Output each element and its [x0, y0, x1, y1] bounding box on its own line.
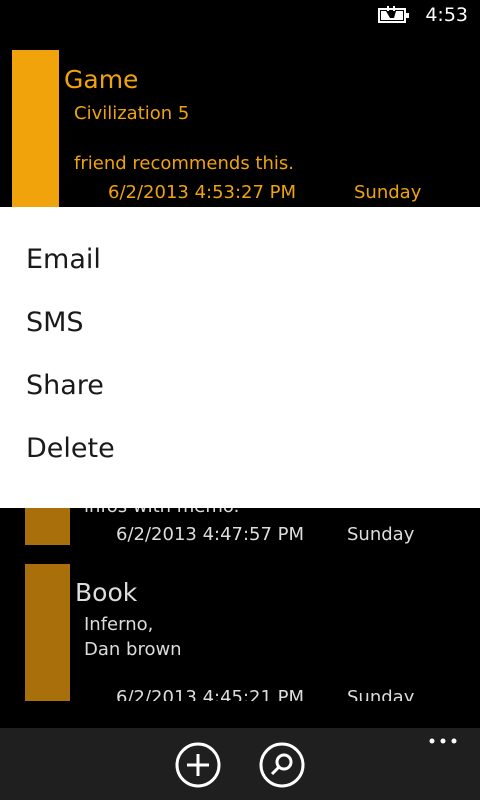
- list-item[interactable]: Game Civilization 5 friend recommends th…: [0, 50, 480, 207]
- battery-charging-icon: [378, 6, 409, 23]
- menu-item-email[interactable]: Email: [26, 244, 101, 275]
- more-icon[interactable]: [428, 734, 458, 748]
- entry-day: Sunday: [347, 687, 415, 701]
- status-clock: 4:53: [425, 4, 468, 26]
- menu-item-sms[interactable]: SMS: [26, 307, 84, 338]
- entry-date: 6/2/2013 4:47:57 PM: [116, 524, 305, 545]
- menu-item-delete[interactable]: Delete: [26, 433, 115, 464]
- entry-day: Sunday: [347, 524, 415, 545]
- category-color-bar: [25, 564, 70, 701]
- status-bar: 4:53: [0, 0, 480, 32]
- list-item[interactable]: Book Inferno, Dan brown 6/2/2013 4:45:21…: [0, 564, 480, 701]
- category-color-bar: [25, 508, 70, 545]
- app-bar: [0, 728, 480, 800]
- entry-day: Sunday: [354, 182, 422, 203]
- search-icon[interactable]: [259, 742, 305, 788]
- entry-title: Game: [64, 65, 139, 94]
- menu-item-share[interactable]: Share: [26, 370, 104, 401]
- entry-date: 6/2/2013 4:53:27 PM: [108, 182, 297, 203]
- context-menu: Email SMS Share Delete: [0, 207, 480, 508]
- category-color-bar: [12, 50, 59, 207]
- add-icon[interactable]: [175, 742, 221, 788]
- entry-text: Civilization 5 friend recommends this.: [74, 103, 294, 174]
- entry-title: Book: [75, 578, 138, 607]
- entry-text: Inferno, Dan brown: [84, 614, 182, 660]
- entry-date: 6/2/2013 4:45:21 PM: [116, 687, 305, 701]
